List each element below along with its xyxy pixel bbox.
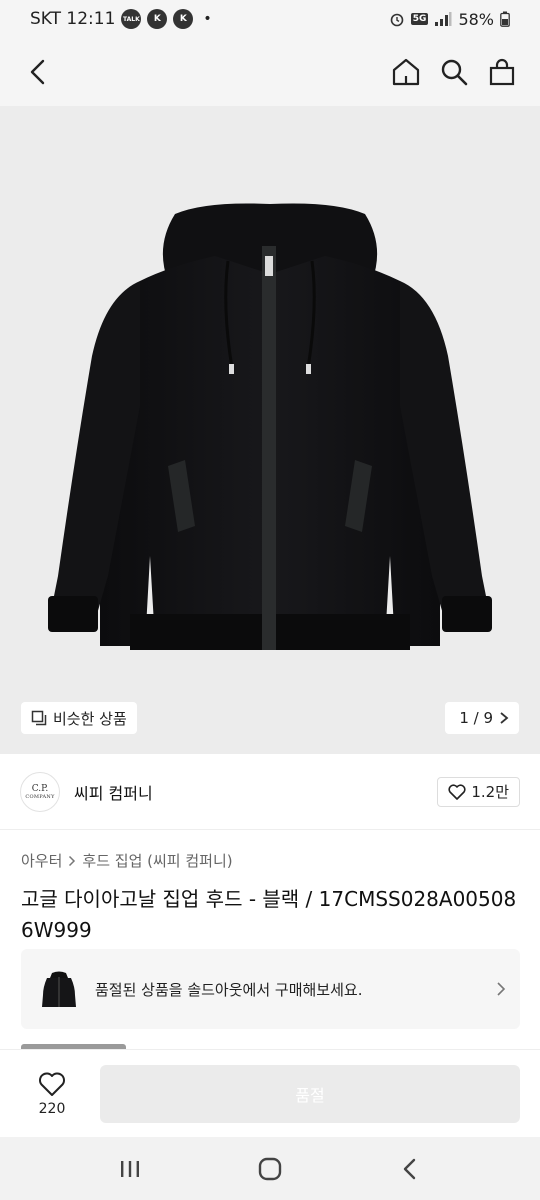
breadcrumb-subcategory[interactable]: 후드 집업 (씨피 컴퍼니) <box>82 850 232 871</box>
similar-products-label: 비슷한 상품 <box>53 709 127 728</box>
image-pager-button[interactable]: 1 / 9 <box>445 702 519 734</box>
battery-percent: 58% <box>458 9 494 29</box>
copy-icon <box>31 710 47 726</box>
product-image-gallery[interactable]: 비슷한 상품 1 / 9 <box>0 106 540 754</box>
back-arrow-icon <box>403 1158 416 1179</box>
k-notification-icon: K <box>147 9 168 29</box>
recent-apps-icon <box>121 1160 139 1177</box>
brand-like-button[interactable]: 1.2만 <box>437 776 520 807</box>
chevron-right-icon <box>69 855 76 866</box>
brand-logo[interactable]: C.P. COMPANY <box>20 771 60 812</box>
back-button[interactable] <box>20 54 56 90</box>
android-navigation-bar <box>0 1137 540 1200</box>
chevron-right-icon <box>497 982 506 996</box>
sold-out-button[interactable]: 품절 <box>100 1064 520 1123</box>
carrier-time: SKT 12:11 <box>30 9 116 29</box>
status-right: 5G 58% <box>389 10 510 29</box>
chevron-right-icon <box>500 712 509 724</box>
status-left: SKT 12:11 TALK K K • <box>30 9 212 29</box>
cart-button[interactable] <box>484 54 520 90</box>
home-circle-icon <box>258 1157 282 1180</box>
heart-icon <box>448 783 466 800</box>
top-navigation <box>0 38 540 106</box>
shopping-bag-icon <box>489 58 515 86</box>
status-bar: SKT 12:11 TALK K K • 5G 58% <box>0 0 540 38</box>
home-icon <box>392 58 420 86</box>
signal-icon <box>435 12 452 26</box>
banner-thumbnail <box>35 965 83 1013</box>
back-nav-button[interactable] <box>385 1149 435 1189</box>
hoodie-image <box>48 203 492 650</box>
network-type: 5G <box>410 13 429 25</box>
k-notification-icon-2: K <box>173 9 194 29</box>
home-button[interactable] <box>388 54 424 90</box>
nav-actions <box>388 54 520 90</box>
similar-products-button[interactable]: 비슷한 상품 <box>21 702 137 734</box>
chevron-left-icon <box>30 59 45 85</box>
bottom-action-bar: 220 품절 <box>0 1049 540 1137</box>
brand-logo-line1: C.P. <box>31 783 49 794</box>
home-nav-button[interactable] <box>245 1149 295 1189</box>
wishlist-button[interactable]: 220 <box>20 1071 84 1117</box>
brand-like-count: 1.2만 <box>471 783 509 801</box>
soldout-banner[interactable]: 품절된 상품을 솔드아웃에서 구매해보세요. <box>21 949 520 1029</box>
heart-icon <box>39 1072 65 1096</box>
recent-apps-button[interactable] <box>105 1149 155 1189</box>
talk-notification-icon: TALK <box>121 9 142 29</box>
breadcrumb-category[interactable]: 아우터 <box>21 850 62 871</box>
battery-icon <box>500 11 510 27</box>
banner-text: 품절된 상품을 솔드아웃에서 구매해보세요. <box>95 980 363 999</box>
wishlist-count: 220 <box>38 1100 66 1117</box>
hoodie-thumbnail-image <box>42 971 76 1007</box>
page-indicator: 1 / 9 <box>459 709 493 727</box>
more-notifications-dot: • <box>203 11 212 27</box>
alarm-icon <box>390 13 404 27</box>
product-title: 고글 다이아고날 집업 후드 - 블랙 / 17CMSS028A005086W9… <box>21 887 517 942</box>
search-icon <box>441 59 468 86</box>
brand-name[interactable]: 씨피 컴퍼니 <box>74 780 153 804</box>
breadcrumb: 아우터 후드 집업 (씨피 컴퍼니) <box>21 850 233 871</box>
brand-row: C.P. COMPANY 씨피 컴퍼니 1.2만 <box>0 754 540 830</box>
brand-logo-line2: COMPANY <box>25 793 55 800</box>
search-button[interactable] <box>436 54 472 90</box>
